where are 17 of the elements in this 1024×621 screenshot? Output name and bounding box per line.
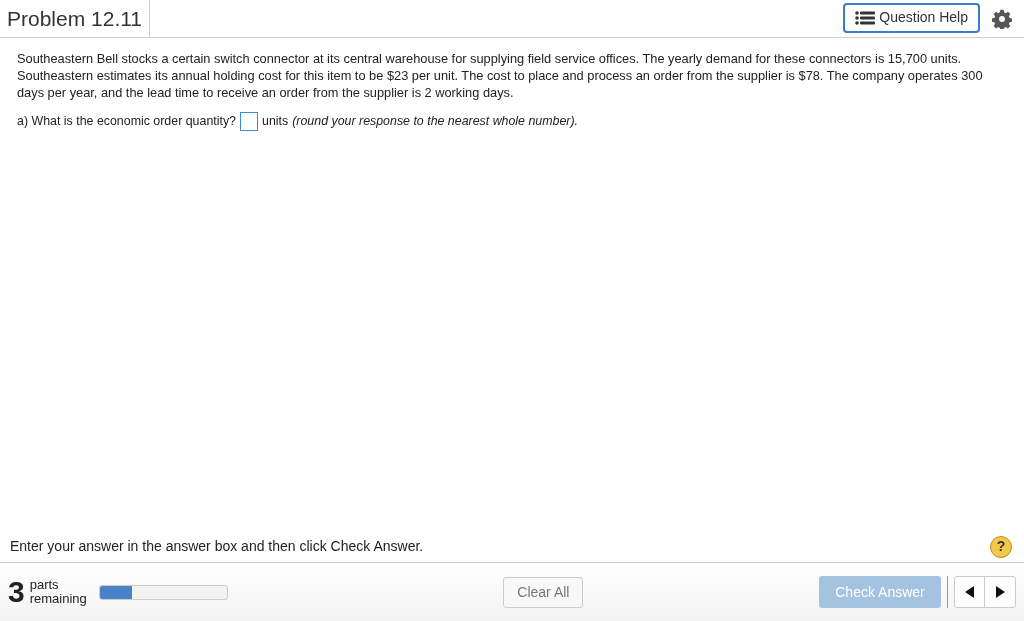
problem-title: Problem 12.11 <box>7 5 143 32</box>
help-icon[interactable]: ? <box>990 535 1012 558</box>
question-help-button[interactable]: Question Help <box>843 2 980 33</box>
parts-count: 3 <box>8 577 25 607</box>
list-icon <box>855 10 876 25</box>
left-triangle-icon <box>965 586 974 598</box>
right-triangle-icon <box>995 586 1005 598</box>
clear-all-button[interactable]: Clear All <box>503 576 584 608</box>
answer-box[interactable] <box>240 112 258 131</box>
question-prompt: a) What is the economic order quantity? <box>17 113 236 131</box>
instruction-text: Enter your answer in the answer box and then click Check Answer. <box>10 537 425 556</box>
settings-icon[interactable] <box>992 8 1012 29</box>
units-label: units <box>262 113 289 131</box>
problem-text: Southeastern Bell stocks a certain switch connector at its central warehouse for supplying field service offices. The yearly demand for these connectors is 15,700 units. Southeastern estimates its annual holding cost for this item to be $23 per unit. The cost to place and process an order from the supplier is $78. The company operates 300 days per year, and the lead time to receive an order from the supplier is 2 working days. <box>17 50 984 101</box>
remaining-label: remaining <box>29 592 87 606</box>
rounding-hint: (round your response to the nearest whole number). <box>292 113 579 131</box>
parts-label: parts <box>29 578 60 592</box>
